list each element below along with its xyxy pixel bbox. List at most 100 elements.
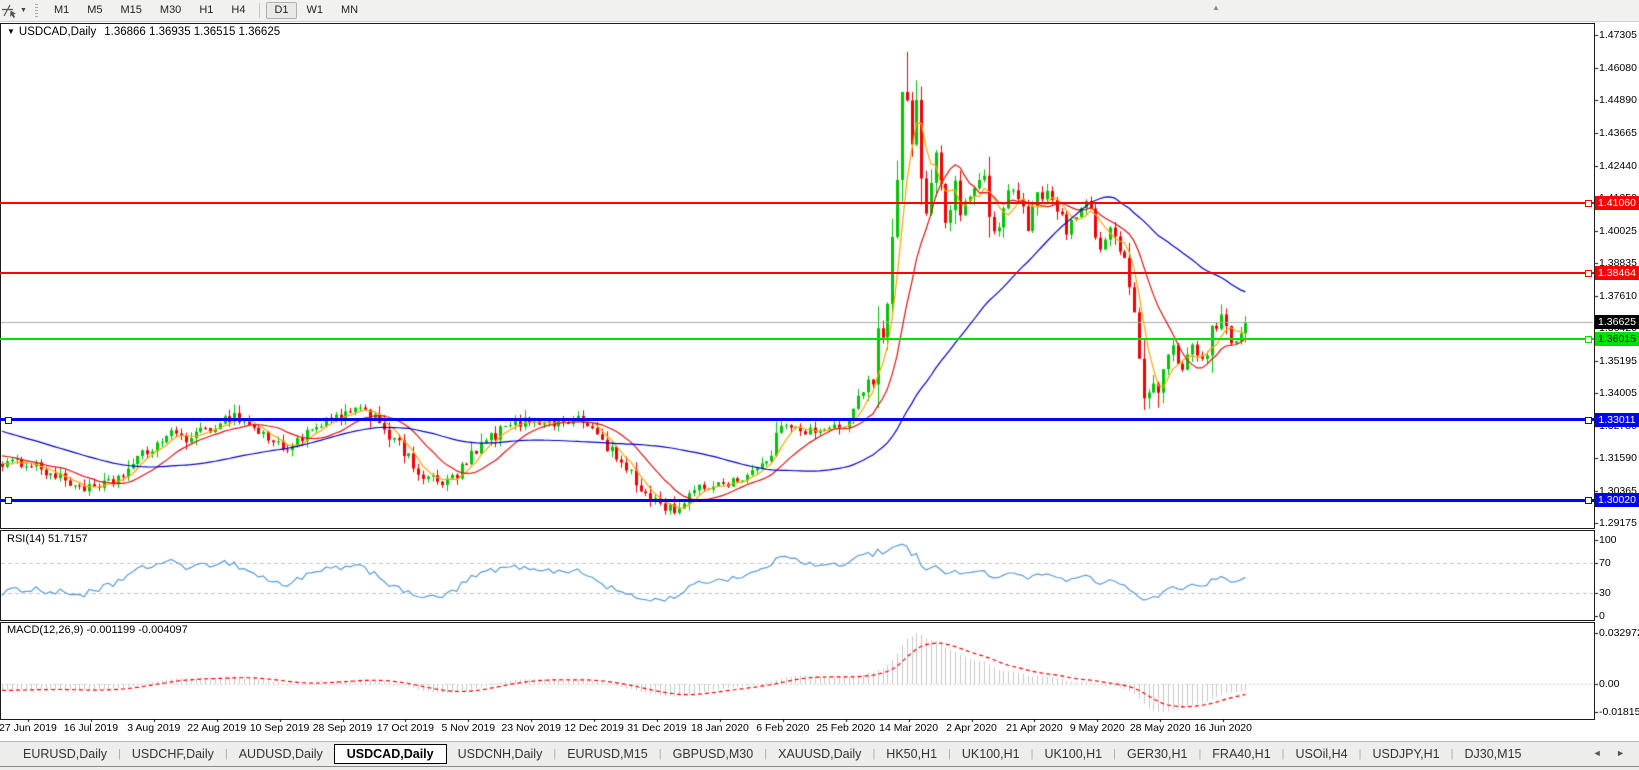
- hline-1.38464[interactable]: [0, 272, 1594, 274]
- toolbar-drag-handle[interactable]: [35, 4, 38, 18]
- price-axis-tick: 1.35195: [1599, 355, 1639, 367]
- chart-menu-icon[interactable]: ▼: [7, 27, 15, 36]
- date-axis-label: 16 Jul 2019: [59, 722, 123, 734]
- timeframe-button-mn[interactable]: MN: [333, 2, 366, 19]
- chart-workspace: ▼ USDCAD,Daily 1.36866 1.36935 1.36515 1.3…: [0, 0, 1639, 741]
- line-handle-right[interactable]: [1585, 417, 1592, 424]
- date-axis-label: 6 Feb 2020: [751, 722, 815, 734]
- timeframe-button-w1[interactable]: W1: [299, 2, 332, 19]
- price-tag-1.41060: 1.41060: [1595, 196, 1639, 210]
- price-axis-tick: 1.42440: [1599, 160, 1639, 172]
- rsi-label: RSI(14) 51.7157: [7, 533, 88, 545]
- price-axis-tick: 1.34005: [1599, 387, 1639, 399]
- timeframe-button-h4[interactable]: H4: [223, 2, 253, 19]
- date-axis-label: 22 Aug 2019: [185, 722, 249, 734]
- chart-tabs: EURUSD,Daily|USDCHF,Daily|AUDUSD,DailyUS…: [0, 742, 1639, 766]
- price-axis-tick: 1.29175: [1599, 517, 1639, 529]
- date-axis-label: 5 Nov 2019: [436, 722, 500, 734]
- price-axis-tick: 1.31590: [1599, 452, 1639, 464]
- tab-usoil-h4[interactable]: USOil,H4: [1285, 744, 1359, 764]
- price-tag-1.30020: 1.30020: [1595, 493, 1639, 507]
- hline-1.36015[interactable]: [0, 338, 1594, 340]
- line-handle-right[interactable]: [1585, 336, 1592, 343]
- hline-1.41060[interactable]: [0, 202, 1594, 204]
- tab-uk100-h1[interactable]: UK100,H1: [1033, 744, 1113, 764]
- date-axis-label: 27 Jun 2019: [0, 722, 60, 734]
- tab-eurusd-m15[interactable]: EURUSD,M15: [556, 744, 659, 764]
- tab-usdchf-daily[interactable]: USDCHF,Daily: [121, 744, 225, 764]
- tab-xauusd-daily[interactable]: XAUUSD,Daily: [767, 744, 872, 764]
- tab-dj30-m15[interactable]: DJ30,M15: [1454, 744, 1533, 764]
- line-handle-right[interactable]: [1585, 497, 1592, 504]
- macd-axis-tick: 0.032972: [1599, 627, 1639, 639]
- timeframe-button-d1[interactable]: D1: [266, 2, 296, 19]
- price-tag-1.33011: 1.33011: [1595, 413, 1639, 427]
- tab-gbpusd-m30[interactable]: GBPUSD,M30: [662, 744, 765, 764]
- price-axis-tick: 1.40025: [1599, 225, 1639, 237]
- price-axis-tick: 1.37610: [1599, 290, 1639, 302]
- hline-1.33011[interactable]: [0, 418, 1594, 421]
- date-axis-label: 3 Aug 2019: [122, 722, 186, 734]
- price-tag-1.38464: 1.38464: [1595, 266, 1639, 280]
- chart-tab-bar: EURUSD,Daily|USDCHF,Daily|AUDUSD,DailyUS…: [0, 741, 1639, 770]
- tab-fra40-h1[interactable]: FRA40,H1: [1201, 744, 1281, 764]
- timeframe-button-m5[interactable]: M5: [79, 2, 110, 19]
- tab-usdcnh-daily[interactable]: USDCNH,Daily: [447, 744, 554, 764]
- timeframe-button-h1[interactable]: H1: [191, 2, 221, 19]
- price-axis-tick: 1.43665: [1599, 127, 1639, 139]
- current-price-tag: 1.36625: [1595, 315, 1639, 329]
- date-axis-label: 12 Dec 2019: [562, 722, 626, 734]
- date-axis-label: 31 Dec 2019: [625, 722, 689, 734]
- rsi-axis-tick: 70: [1599, 557, 1639, 569]
- mt4-window: ▼ M1M5M15M30H1H4 D1W1MN ▲ ▼ USDCAD,Daily 1.…: [0, 0, 1639, 769]
- tab-uk100-h1[interactable]: UK100,H1: [951, 744, 1031, 764]
- tool-dropdown-icon[interactable]: ▼: [20, 7, 27, 14]
- line-handle-left[interactable]: [5, 497, 12, 504]
- date-axis-label: 16 Jun 2020: [1191, 722, 1255, 734]
- line-handle-left[interactable]: [5, 417, 12, 424]
- date-axis-label: 28 May 2020: [1128, 722, 1192, 734]
- tab-scroll-right-icon[interactable]: ►: [1616, 748, 1625, 758]
- price-axis-tick: 1.47305: [1599, 29, 1639, 41]
- timeframe-button-m15[interactable]: M15: [113, 2, 150, 19]
- macd-axis-tick: -0.018154: [1599, 706, 1639, 718]
- date-axis-label: 28 Sep 2019: [311, 722, 375, 734]
- date-axis-label: 10 Sep 2019: [248, 722, 312, 734]
- tab-hk50-h1[interactable]: HK50,H1: [875, 744, 948, 764]
- chart-overlay: 1.473051.460801.448901.436651.424401.412…: [0, 0, 1639, 741]
- toolbar: ▼ M1M5M15M30H1H4 D1W1MN ▲: [0, 0, 1639, 22]
- tab-scroll-left-icon[interactable]: ◄: [1593, 748, 1602, 758]
- macd-axis-tick: 0.00: [1599, 678, 1639, 690]
- hline-1.30020[interactable]: [0, 499, 1594, 502]
- chart-symbol: USDCAD,Daily: [19, 26, 96, 38]
- timeframe-button-m30[interactable]: M30: [152, 2, 189, 19]
- timeframe-button-m1[interactable]: M1: [46, 2, 77, 19]
- rsi-axis-tick: 30: [1599, 587, 1639, 599]
- rsi-axis-tick: 0: [1599, 610, 1639, 622]
- price-tag-1.36015: 1.36015: [1595, 332, 1639, 346]
- date-axis-label: 25 Feb 2020: [814, 722, 878, 734]
- chart-title: ▼ USDCAD,Daily 1.36866 1.36935 1.36515 1.3…: [7, 26, 280, 38]
- crosshair-tool-icon[interactable]: [1, 3, 18, 18]
- toolbar-overflow-icon[interactable]: ▲: [1212, 3, 1220, 12]
- timeframe-buttons: M1M5M15M30H1H4 D1W1MN: [45, 2, 367, 19]
- line-handle-right[interactable]: [1585, 270, 1592, 277]
- toolbar-separator: [259, 3, 260, 18]
- chart-ohlc-values: 1.36866 1.36935 1.36515 1.36625: [104, 26, 280, 38]
- line-handle-right[interactable]: [1585, 200, 1592, 207]
- date-axis-label: 21 Apr 2020: [1002, 722, 1066, 734]
- price-axis-tick: 1.46080: [1599, 62, 1639, 74]
- macd-label: MACD(12,26,9) -0.001199 -0.004097: [7, 624, 188, 636]
- price-axis-tick: 1.44890: [1599, 94, 1639, 106]
- tab-ger30-h1[interactable]: GER30,H1: [1116, 744, 1198, 764]
- tab-audusd-daily[interactable]: AUDUSD,Daily: [228, 744, 334, 764]
- tab-eurusd-daily[interactable]: EURUSD,Daily: [12, 744, 118, 764]
- date-axis-label: 2 Apr 2020: [940, 722, 1004, 734]
- date-axis-label: 18 Jan 2020: [688, 722, 752, 734]
- date-axis-label: 23 Nov 2019: [499, 722, 563, 734]
- tab-usdcad-daily[interactable]: USDCAD,Daily: [334, 744, 447, 764]
- rsi-axis-tick: 100: [1599, 534, 1639, 546]
- date-axis-label: 14 Mar 2020: [877, 722, 941, 734]
- tab-usdjpy-h1[interactable]: USDJPY,H1: [1361, 744, 1450, 764]
- date-axis-label: 9 May 2020: [1065, 722, 1129, 734]
